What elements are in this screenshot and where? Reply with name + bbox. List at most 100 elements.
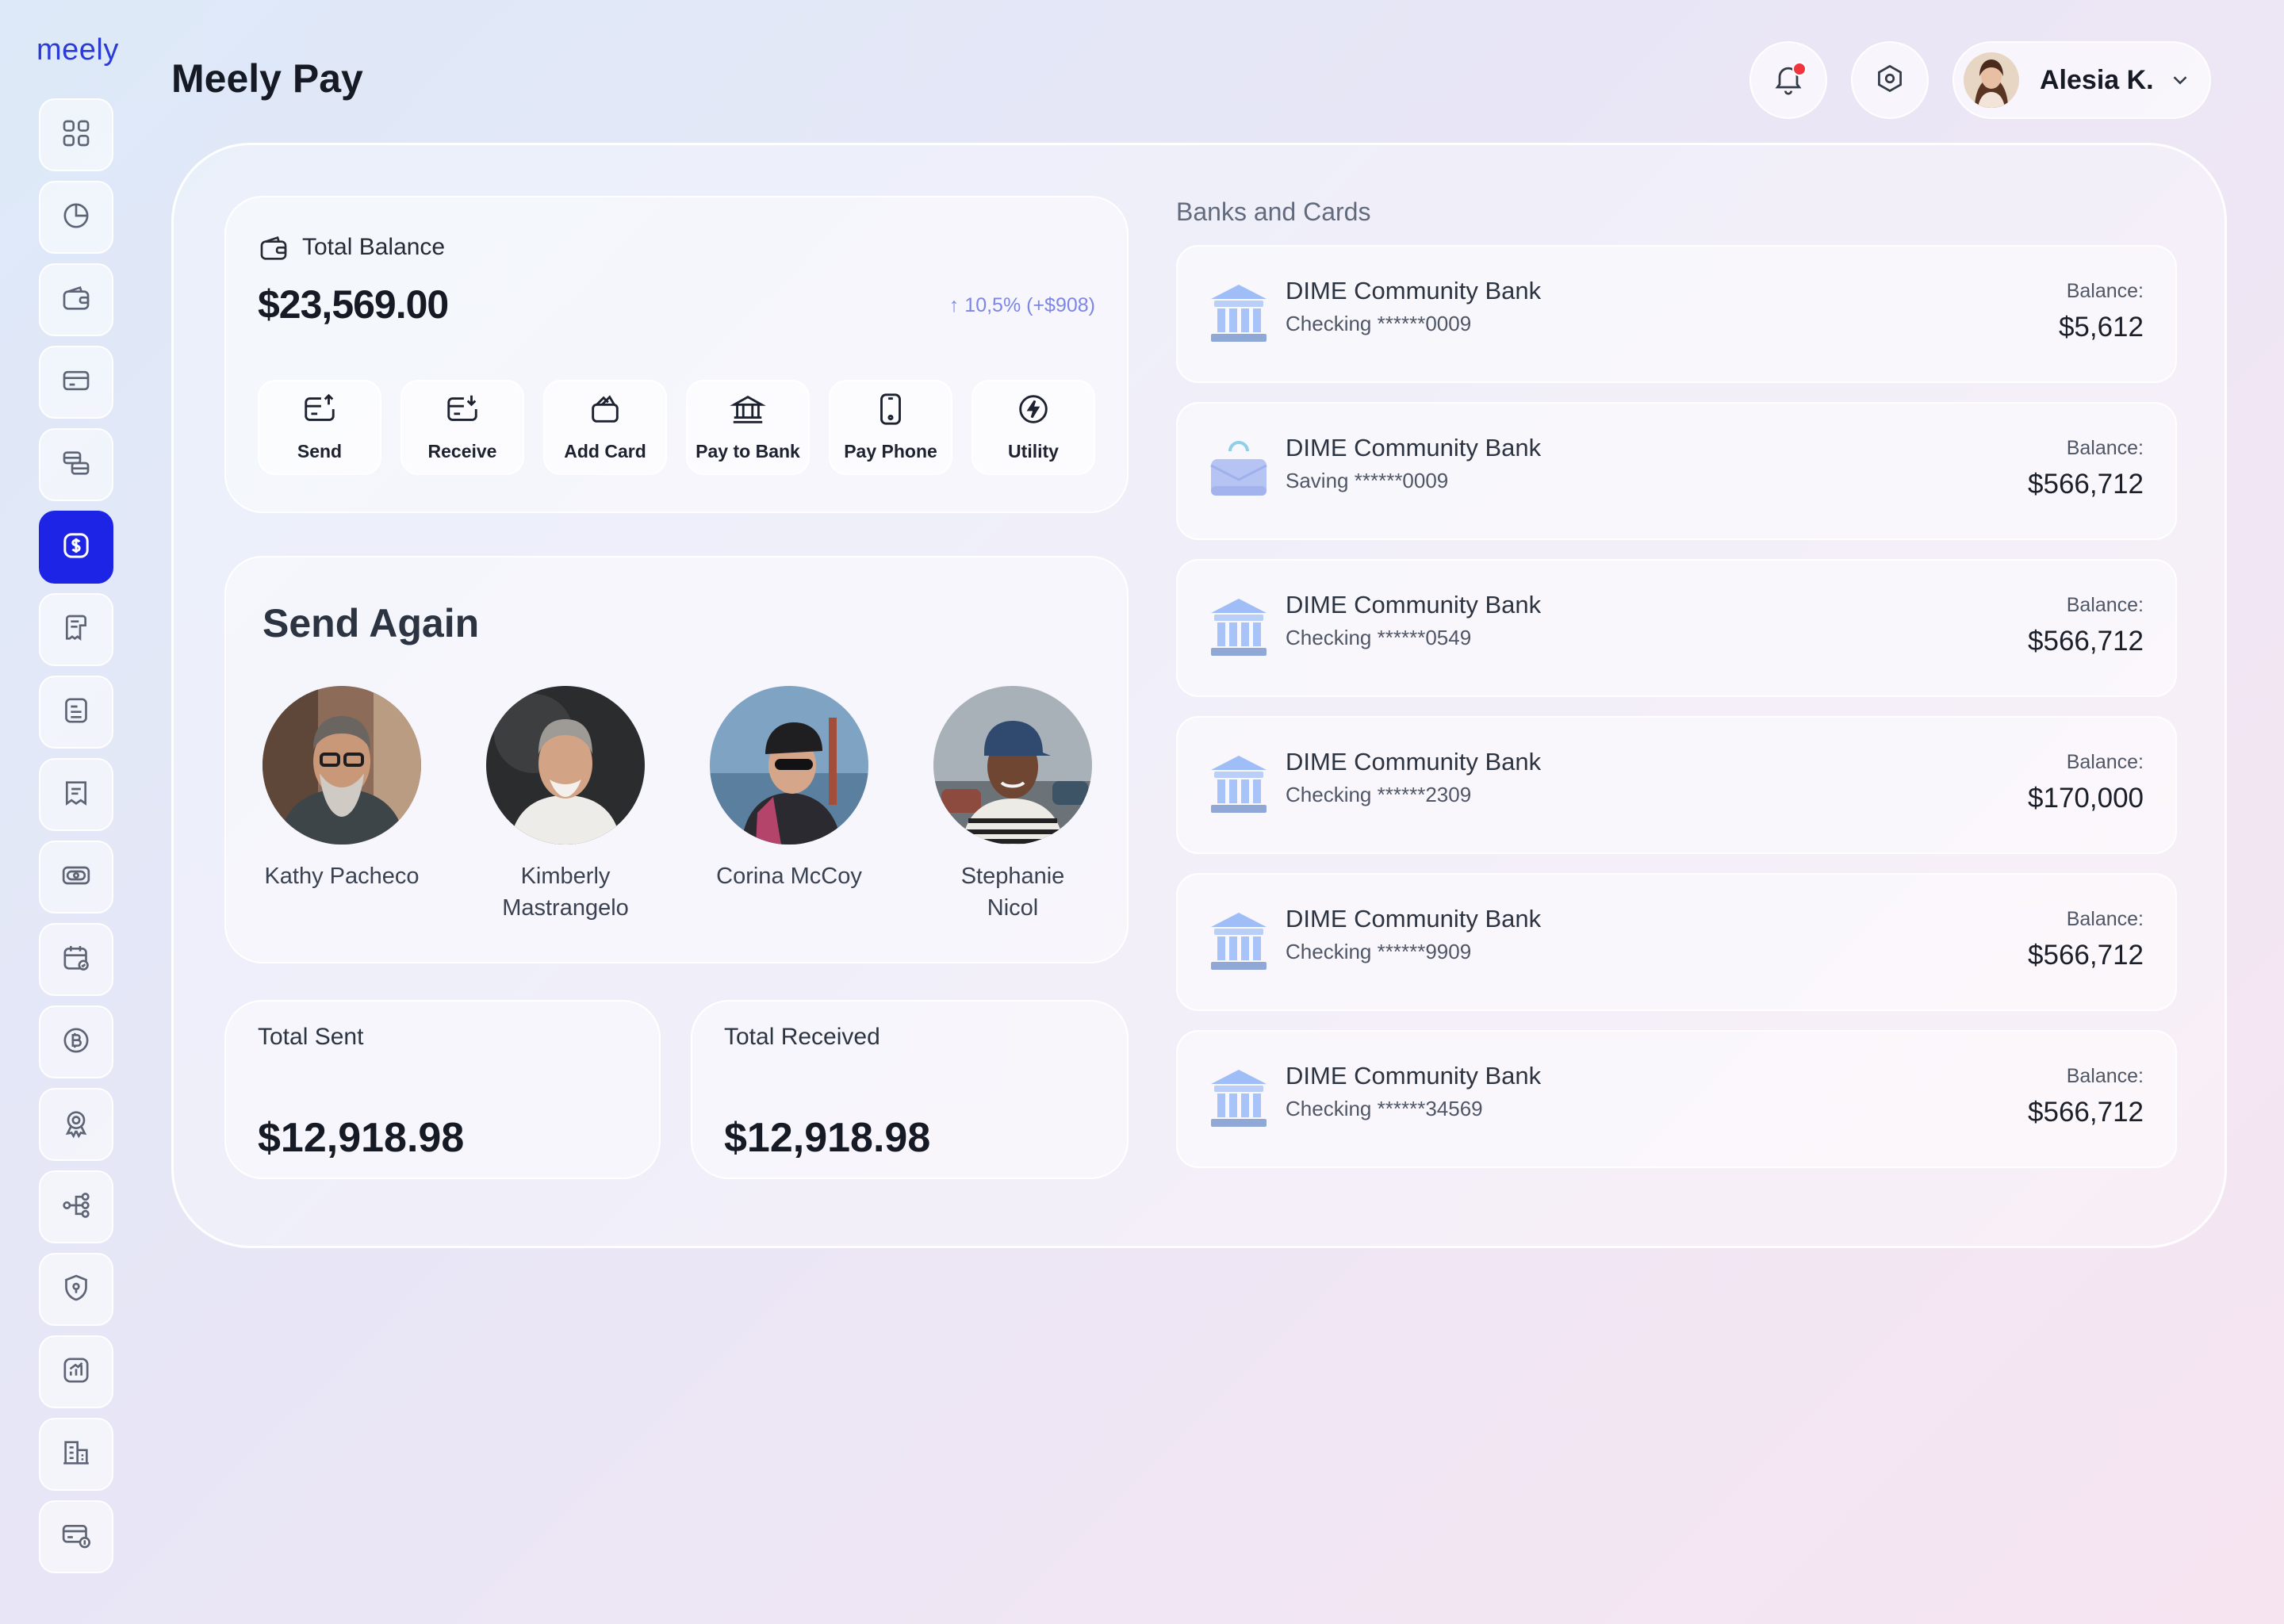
banks-title: Banks and Cards: [1176, 197, 1371, 226]
balance-amount: $566,712: [2028, 940, 2144, 971]
sidebar-item-network[interactable]: [39, 1170, 113, 1243]
chevron-down-icon: [2168, 68, 2192, 92]
notifications-button[interactable]: [1749, 41, 1827, 119]
add-card-label: Add Card: [564, 441, 646, 462]
sidebar-item-transfers[interactable]: [39, 428, 113, 501]
card-transfer-icon: [60, 447, 92, 483]
shield-icon: [60, 1272, 92, 1308]
bank-account-item[interactable]: DIME Community Bank Checking ******0549 …: [1176, 559, 2177, 697]
bank-account-number: Checking ******0549: [1286, 626, 1472, 649]
receive-button[interactable]: Receive: [400, 380, 524, 475]
sidebar-item-crypto[interactable]: [39, 1005, 113, 1078]
app-logo[interactable]: meely: [36, 33, 119, 67]
sidebar-item-security[interactable]: [39, 1253, 113, 1326]
arrow-up-icon: ↑: [948, 294, 965, 316]
contact-name: Corina McCoy: [716, 864, 862, 889]
card-coin-icon: [60, 1519, 92, 1555]
bank-building-icon: [1208, 751, 1270, 818]
balance-amount: $170,000: [2028, 783, 2144, 814]
bank-account-number: Checking ******34569: [1286, 1097, 1483, 1120]
sidebar-item-rewards[interactable]: [39, 1088, 113, 1161]
send-label: Send: [297, 441, 343, 462]
bank-name: DIME Community Bank: [1286, 905, 1542, 933]
sidebar-item-bills[interactable]: [39, 758, 113, 831]
sidebar-item-payments[interactable]: [39, 511, 113, 584]
sidebar-item-card-payments[interactable]: [39, 1500, 113, 1573]
sidebar-item-documents[interactable]: [39, 676, 113, 749]
bank-account-item[interactable]: DIME Community Bank Saving ******0009 Ba…: [1176, 402, 2177, 540]
bank-account-number: Checking ******9909: [1286, 940, 1472, 963]
balance-amount: $566,712: [2028, 469, 2144, 500]
phone-icon: [872, 391, 909, 431]
contact-name: Stephanie Nicol: [960, 864, 1065, 921]
balance-change-value: 10,5% (+$908): [964, 294, 1095, 316]
document-icon: [60, 695, 92, 730]
user-name: Alesia K.: [2040, 64, 2154, 95]
contact-item[interactable]: Stephanie Nicol: [933, 686, 1157, 924]
contact-name: Kimberly Mastrangelo: [502, 864, 629, 921]
bank-name: DIME Community Bank: [1286, 1062, 1542, 1090]
receive-icon: [444, 391, 481, 431]
main-panel: Total Balance $23,569.00 ↑ 10,5% (+$908)…: [171, 143, 2227, 1248]
bank-account-item[interactable]: DIME Community Bank Checking ******0009 …: [1176, 245, 2177, 383]
calendar-icon: [60, 942, 92, 978]
badge-icon: [60, 1107, 92, 1143]
utility-button[interactable]: Utility: [971, 380, 1095, 475]
contact-avatar: [710, 686, 868, 845]
sidebar-item-cash[interactable]: [39, 841, 113, 914]
bank-building-icon: [1208, 594, 1270, 661]
sidebar-item-reports[interactable]: [39, 181, 113, 254]
sidebar-item-dashboard[interactable]: [39, 98, 113, 171]
wallet-icon: [258, 232, 289, 264]
sidebar-item-analytics[interactable]: [39, 1335, 113, 1408]
bank-account-item[interactable]: DIME Community Bank Checking ******34569…: [1176, 1030, 2177, 1168]
bank-building-icon: [1208, 280, 1270, 347]
dollar-icon: [60, 530, 92, 565]
bank-account-item[interactable]: DIME Community Bank Checking ******2309 …: [1176, 716, 2177, 854]
send-again-title: Send Again: [263, 601, 480, 645]
bank-account-item[interactable]: DIME Community Bank Checking ******9909 …: [1176, 873, 2177, 1011]
sidebar-item-invoices[interactable]: [39, 593, 113, 666]
pay-phone-label: Pay Phone: [844, 441, 937, 462]
sidebar-item-calendar[interactable]: [39, 923, 113, 996]
network-icon: [60, 1189, 92, 1225]
contact-avatar: [486, 686, 645, 845]
pay-to-bank-button[interactable]: Pay to Bank: [686, 380, 810, 475]
balance-amount: $5,612: [2058, 312, 2144, 343]
grid-icon: [60, 117, 92, 153]
utility-label: Utility: [1008, 441, 1059, 462]
user-menu[interactable]: Alesia K.: [1953, 41, 2211, 119]
bank-name: DIME Community Bank: [1286, 277, 1542, 304]
balance-label: Balance:: [2066, 908, 2144, 930]
sidebar-item-company[interactable]: [39, 1418, 113, 1491]
pie-chart-icon: [60, 200, 92, 236]
contact-item[interactable]: Corina McCoy: [710, 686, 933, 924]
balance-label: Balance:: [2066, 280, 2144, 302]
bank-icon: [730, 391, 766, 431]
credit-card-icon: [60, 365, 92, 400]
total-received-amount: $12,918.98: [724, 1115, 931, 1161]
send-button[interactable]: Send: [258, 380, 381, 475]
contact-item[interactable]: Kathy Pacheco: [263, 686, 486, 924]
balance-label: Balance:: [2066, 437, 2144, 459]
bank-name: DIME Community Bank: [1286, 748, 1542, 776]
contact-list: Kathy Pacheco Kimberly Mastrangelo Corin…: [263, 686, 1157, 924]
total-balance-amount: $23,569.00: [258, 282, 449, 327]
balance-amount: $566,712: [2028, 626, 2144, 657]
contact-item[interactable]: Kimberly Mastrangelo: [486, 686, 710, 924]
add-card-icon: [587, 391, 623, 431]
bank-account-number: Saving ******0009: [1286, 469, 1449, 492]
bank-account-number: Checking ******2309: [1286, 783, 1472, 806]
send-icon: [301, 391, 338, 431]
settings-button[interactable]: [1851, 41, 1929, 119]
contact-avatar: [263, 686, 421, 845]
bank-account-number: Checking ******0009: [1286, 312, 1472, 335]
sidebar-item-cards[interactable]: [39, 346, 113, 419]
pay-to-bank-label: Pay to Bank: [696, 441, 800, 462]
bank-building-icon: [1208, 908, 1270, 975]
bank-name: DIME Community Bank: [1286, 591, 1542, 619]
contact-avatar: [933, 686, 1092, 845]
sidebar-item-wallet[interactable]: [39, 263, 113, 336]
pay-phone-button[interactable]: Pay Phone: [829, 380, 952, 475]
add-card-button[interactable]: Add Card: [543, 380, 667, 475]
